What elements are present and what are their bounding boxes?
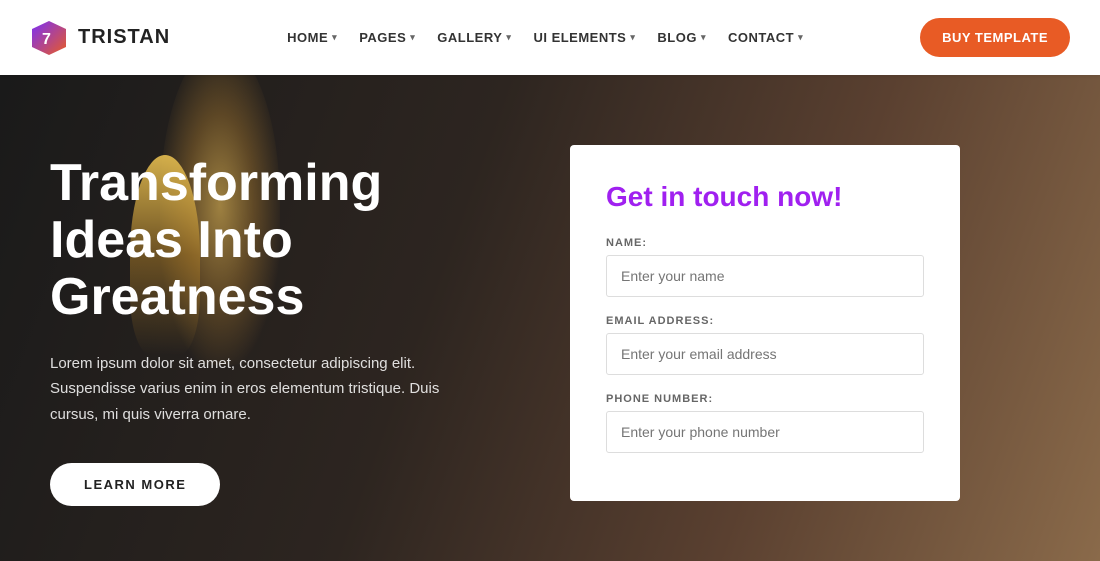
contact-form-card: Get in touch now! NAME: EMAIL ADDRESS: P…	[570, 145, 960, 501]
logo-text: TRISTAN	[78, 26, 170, 49]
chevron-down-icon: ▾	[410, 32, 415, 43]
learn-more-button[interactable]: LEARN MORE	[50, 463, 220, 506]
logo-icon: 7	[30, 19, 68, 57]
nav-links: HOME ▾ PAGES ▾ GALLERY ▾ UI ELEMENTS ▾ B	[279, 24, 811, 51]
phone-field-group: PHONE NUMBER:	[606, 393, 924, 453]
chevron-down-icon: ▾	[798, 32, 803, 43]
chevron-down-icon: ▾	[701, 32, 706, 43]
email-field-group: EMAIL ADDRESS:	[606, 315, 924, 375]
nav-link-ui-elements[interactable]: UI ELEMENTS ▾	[525, 24, 643, 51]
nav-item-blog[interactable]: BLOG ▾	[649, 24, 714, 51]
nav-item-home[interactable]: HOME ▾	[279, 24, 345, 51]
chevron-down-icon: ▾	[506, 32, 511, 43]
nav-link-blog[interactable]: BLOG ▾	[649, 24, 714, 51]
nav-item-gallery[interactable]: GALLERY ▾	[429, 24, 519, 51]
navbar: 7 TRISTAN HOME ▾ PAGES ▾ GALLERY ▾ UI EL…	[0, 0, 1100, 75]
chevron-down-icon: ▾	[630, 32, 635, 43]
chevron-down-icon: ▾	[332, 32, 337, 43]
nav-link-contact[interactable]: CONTACT ▾	[720, 24, 811, 51]
hero-title: Transforming Ideas Into Greatness	[50, 155, 490, 327]
name-label: NAME:	[606, 237, 924, 249]
hero-description: Lorem ipsum dolor sit amet, consectetur …	[50, 351, 470, 428]
buy-template-button[interactable]: BUY TEMPLATE	[920, 18, 1070, 57]
name-input[interactable]	[606, 255, 924, 297]
hero-section: Transforming Ideas Into Greatness Lorem …	[0, 75, 1100, 561]
nav-link-gallery[interactable]: GALLERY ▾	[429, 24, 519, 51]
hero-text-block: Transforming Ideas Into Greatness Lorem …	[50, 135, 490, 506]
name-field-group: NAME:	[606, 237, 924, 297]
phone-input[interactable]	[606, 411, 924, 453]
nav-item-ui-elements[interactable]: UI ELEMENTS ▾	[525, 24, 643, 51]
logo[interactable]: 7 TRISTAN	[30, 19, 170, 57]
email-input[interactable]	[606, 333, 924, 375]
hero-content: Transforming Ideas Into Greatness Lorem …	[0, 75, 1100, 506]
nav-link-pages[interactable]: PAGES ▾	[351, 24, 423, 51]
nav-link-home[interactable]: HOME ▾	[279, 24, 345, 51]
email-label: EMAIL ADDRESS:	[606, 315, 924, 327]
nav-item-pages[interactable]: PAGES ▾	[351, 24, 423, 51]
phone-label: PHONE NUMBER:	[606, 393, 924, 405]
svg-text:7: 7	[42, 31, 51, 48]
form-title: Get in touch now!	[606, 181, 924, 213]
nav-item-contact[interactable]: CONTACT ▾	[720, 24, 811, 51]
